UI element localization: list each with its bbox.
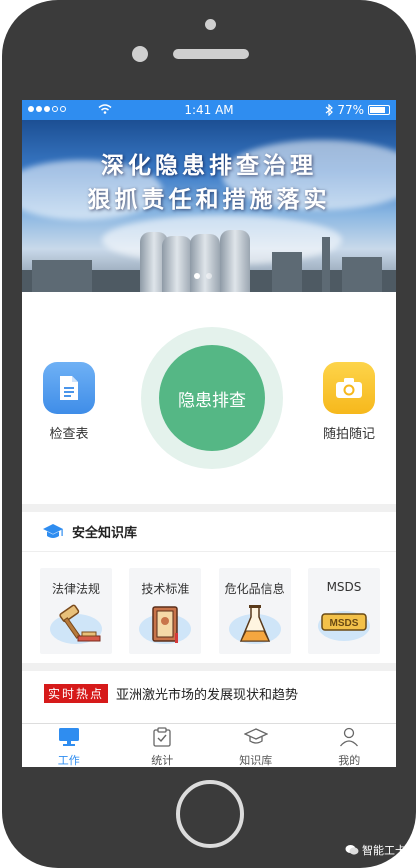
- graduation-cap-icon: [43, 523, 63, 538]
- hot-news[interactable]: 实时热点 亚洲激光市场的发展现状和趋势: [22, 673, 396, 713]
- book-icon: [139, 606, 192, 644]
- wechat-icon: [345, 845, 359, 855]
- tab-label: 知识库: [239, 754, 273, 767]
- user-icon: [340, 727, 359, 747]
- flask-icon: [228, 605, 281, 644]
- msds-badge: MSDS: [330, 618, 359, 629]
- category-label: 法律法规: [51, 582, 100, 596]
- section-divider: [22, 663, 396, 671]
- checklist-button[interactable]: 检查表: [34, 362, 104, 442]
- tab-label: 统计: [151, 754, 174, 767]
- cooling-tower: [162, 236, 192, 292]
- tab-stats[interactable]: 统计: [116, 724, 210, 767]
- category-label: 技术标准: [141, 582, 190, 596]
- bottom-tab-bar: 工作 统计 知识库 我的: [22, 723, 396, 767]
- clipboard-icon: [153, 727, 171, 747]
- document-icon: [43, 362, 95, 414]
- hero-banner[interactable]: 深化隐患排查治理 狠抓责任和措施落实: [22, 120, 396, 292]
- category-hazchem[interactable]: 危化品信息: [218, 568, 291, 654]
- knowledge-categories: 法律法规 技术标准 危化品信息 MSDS MSDS: [40, 568, 380, 654]
- snap-note-button[interactable]: 随拍随记: [314, 362, 384, 442]
- category-standards[interactable]: 技术标准: [129, 568, 202, 654]
- msds-icon: MSDS: [317, 611, 370, 641]
- watermark-text: 智能工卡: [362, 844, 406, 857]
- battery-percent: 77%: [337, 103, 364, 117]
- snap-note-label: 随拍随记: [322, 427, 375, 442]
- app-screen: 1:41 AM 77% 深化隐患排查治理 狠抓责任和措施落实 检查表 隐患排查 …: [22, 100, 396, 767]
- checklist-label: 检查表: [49, 427, 89, 442]
- watermark: 智能工卡: [345, 842, 406, 858]
- cooling-tower: [190, 234, 220, 292]
- tab-knowledge[interactable]: 知识库: [209, 724, 303, 767]
- front-sensor: [205, 19, 216, 30]
- category-label: 危化品信息: [224, 582, 285, 596]
- front-camera: [132, 46, 148, 62]
- category-msds[interactable]: MSDS MSDS: [307, 568, 380, 654]
- camera-icon: [323, 362, 375, 414]
- tab-label: 工作: [57, 754, 80, 767]
- quick-actions: 检查表 隐患排查 随拍随记: [22, 292, 396, 502]
- category-label: MSDS: [326, 580, 362, 594]
- knowledge-title: 安全知识库: [72, 526, 138, 541]
- category-laws[interactable]: 法律法规: [40, 568, 112, 654]
- bluetooth-icon: [325, 104, 334, 116]
- status-bar: 1:41 AM 77%: [22, 100, 396, 120]
- banner-headline-1: 深化隐患排查治理: [101, 152, 317, 179]
- monitor-icon: [58, 728, 79, 746]
- home-button[interactable]: [176, 780, 244, 848]
- knowledge-header: 安全知识库: [22, 512, 396, 552]
- battery-icon: [368, 105, 390, 115]
- graduation-cap-icon: [243, 728, 269, 744]
- status-right: 77%: [325, 103, 390, 117]
- tab-label: 我的: [338, 754, 361, 767]
- section-divider: [22, 504, 396, 512]
- cooling-tower: [220, 230, 250, 292]
- banner-headline-2: 狠抓责任和措施落实: [87, 186, 331, 213]
- earpiece-speaker: [173, 49, 249, 59]
- hot-tag: 实时热点: [44, 683, 109, 703]
- gavel-icon: [50, 604, 102, 644]
- news-headline[interactable]: 亚洲激光市场的发展现状和趋势: [116, 684, 298, 703]
- tab-me[interactable]: 我的: [303, 724, 397, 767]
- carousel-indicator[interactable]: [194, 273, 212, 279]
- tab-work[interactable]: 工作: [22, 724, 116, 767]
- hazard-check-button[interactable]: 隐患排查: [159, 345, 265, 451]
